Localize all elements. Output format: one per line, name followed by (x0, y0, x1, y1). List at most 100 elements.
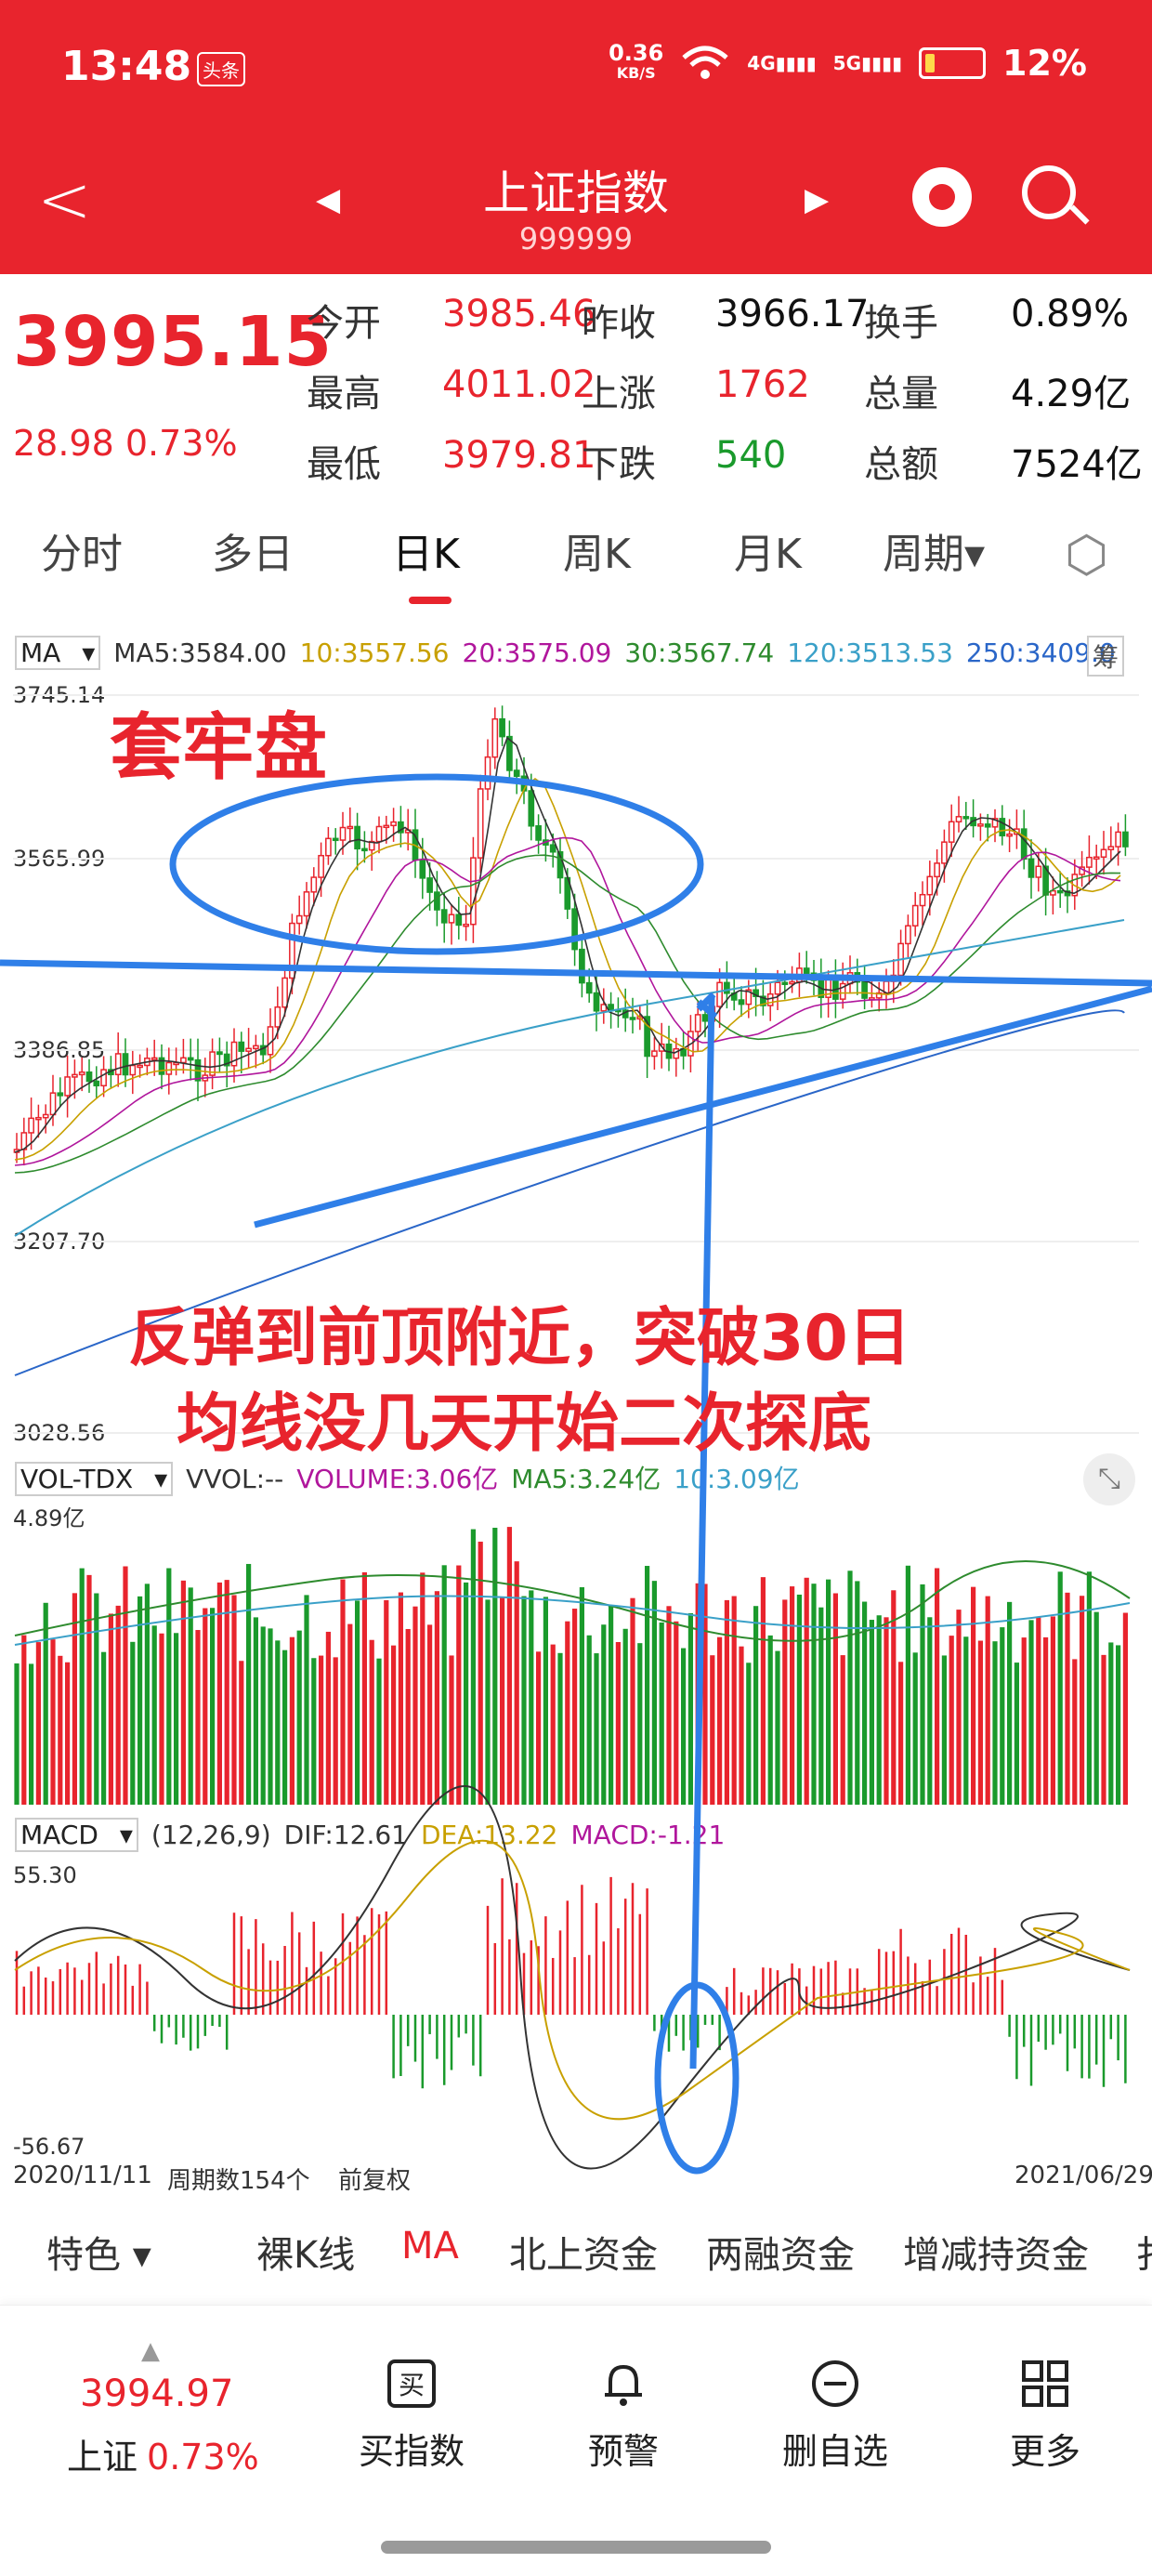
volume-bar (108, 1613, 113, 1805)
volume-bar (753, 1606, 759, 1805)
tool-tab-special[interactable]: 特色 ▾ (46, 2225, 151, 2279)
candle-body (1056, 889, 1064, 894)
candle-body (253, 1045, 259, 1050)
candle-body (180, 1057, 187, 1064)
volume-bar (840, 1655, 845, 1805)
volume-bar (601, 1624, 607, 1805)
candle-body (187, 1057, 194, 1061)
candle-body (245, 1047, 252, 1052)
volume-bar (289, 1636, 295, 1805)
tool-tab-holding-change[interactable]: 增减持资金 (903, 2225, 1089, 2279)
volume-bar (717, 1636, 723, 1805)
tool-tab-margin[interactable]: 两融资金 (706, 2225, 855, 2279)
expand-caret-icon[interactable]: ▲ (141, 2337, 160, 2365)
candle-body (216, 1051, 223, 1056)
candle-body (470, 857, 477, 926)
volume-bar (557, 1652, 563, 1805)
tool-tab-more[interactable]: 扌 (1135, 2225, 1152, 2279)
volume-bar (637, 1643, 643, 1805)
bottom-bar: ▲ 3994.97 上证 0.73% 买 买指数 预警 删自选 更多 (0, 2305, 1152, 2576)
volume-bar (246, 1563, 252, 1805)
adjust-mode[interactable]: 前复权 (338, 2162, 411, 2196)
candle-body (72, 1073, 78, 1078)
volume-bar (521, 1596, 527, 1805)
tool-tab-northbound[interactable]: 北上资金 (509, 2225, 658, 2279)
tool-tab-naked-k[interactable]: 裸K线 (256, 2225, 355, 2279)
volume-bar (804, 1577, 809, 1805)
candle-body (941, 841, 948, 864)
expand-icon[interactable]: ⤡ (1083, 1453, 1135, 1505)
volume-bar (50, 1639, 56, 1805)
volume-bar (203, 1608, 208, 1805)
candle-body (905, 925, 911, 945)
volume-bar (188, 1587, 193, 1805)
candle-body (579, 948, 585, 984)
volume-bar (1122, 1612, 1128, 1805)
volume-bar (1086, 1571, 1092, 1805)
candle-body (455, 913, 463, 927)
volume-bar (1108, 1642, 1114, 1805)
candle-body (238, 1041, 245, 1052)
volume-bar (992, 1641, 998, 1805)
candle-body (281, 977, 288, 1008)
volume-bar (470, 1529, 476, 1805)
volume-bar (579, 1587, 584, 1805)
volume-bar (151, 1625, 157, 1805)
candle-body (629, 1017, 636, 1020)
volume-bar (384, 1599, 389, 1805)
volume-bar (216, 1582, 222, 1805)
candle-body (151, 1057, 158, 1061)
volume-bar (659, 1622, 664, 1805)
volume-bar (347, 1623, 353, 1805)
volume-bar (529, 1590, 534, 1805)
volume-bar (905, 1565, 910, 1805)
candle-body (1115, 831, 1121, 848)
candle-body (984, 823, 991, 828)
candle-body (1006, 833, 1013, 837)
tool-tab-ma[interactable]: MA (401, 2225, 459, 2267)
volume-bar (760, 1577, 766, 1805)
volume-bar (855, 1581, 860, 1805)
macd-dea-line (14, 1840, 1131, 2121)
candle-body (35, 1116, 42, 1121)
volume-bar (971, 1586, 976, 1805)
volume-bar (884, 1617, 889, 1805)
candle-body (137, 1064, 143, 1069)
ma-line (14, 736, 1121, 1153)
volume-bar (340, 1579, 346, 1805)
volume-bar (434, 1591, 439, 1805)
candle-body (651, 1050, 658, 1058)
volume-bar (1080, 1596, 1085, 1805)
candle-body (1122, 831, 1129, 848)
candle-body (1093, 856, 1100, 860)
volume-bar (275, 1640, 281, 1805)
volume-bar (369, 1639, 374, 1805)
volume-bar (405, 1628, 411, 1805)
volume-bar (94, 1593, 99, 1805)
kline-chart[interactable] (0, 0, 1152, 2230)
candle-body (948, 821, 955, 843)
volume-bar (977, 1640, 983, 1805)
volume-bar (29, 1663, 34, 1805)
candle-body (977, 823, 984, 827)
annotation-horizontal-line (0, 959, 1152, 987)
volume-bar (1072, 1659, 1078, 1805)
candle-body (803, 967, 810, 974)
volume-bar (210, 1608, 216, 1805)
volume-bar (790, 1586, 795, 1805)
remove-watchlist-button[interactable]: 删自选 (766, 2358, 905, 2474)
volume-bar (832, 1593, 838, 1805)
volume-bar (645, 1566, 650, 1805)
volume-bar (123, 1566, 128, 1805)
candle-body (1100, 848, 1107, 858)
candle-body (318, 854, 324, 878)
more-button[interactable]: 更多 (975, 2358, 1115, 2474)
candle-body (1035, 865, 1042, 878)
home-indicator[interactable] (381, 2541, 771, 2554)
volume-bar (449, 1655, 454, 1805)
volume-bar (130, 1641, 136, 1805)
buy-index-button[interactable]: 买 买指数 (342, 2358, 481, 2474)
alert-button[interactable]: 预警 (554, 2358, 693, 2474)
volume-bar (1093, 1611, 1099, 1805)
candle-body (448, 913, 455, 924)
